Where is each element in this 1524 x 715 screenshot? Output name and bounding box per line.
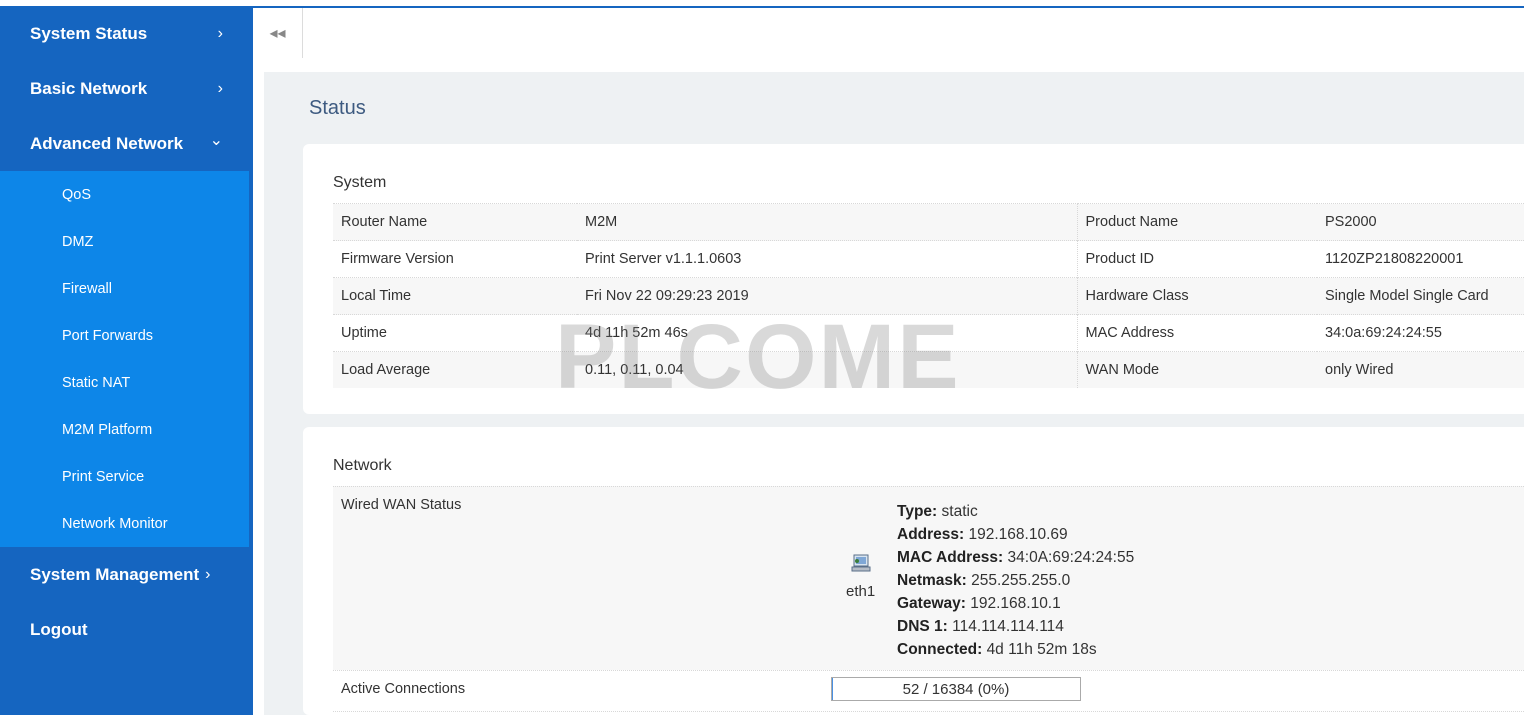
submenu-item-qos[interactable]: QoS xyxy=(0,171,249,218)
wired-wan-status-label: Wired WAN Status xyxy=(341,497,462,513)
table-row: Router Name M2M Product Name PS2000 xyxy=(333,203,1524,241)
top-bar: ◂◂ xyxy=(253,6,1524,60)
wired-wan-status-row: Wired WAN Status eth1 Type: static Addre… xyxy=(333,486,1524,671)
active-connections-label: Active Connections xyxy=(341,681,466,697)
nav-label: Advanced Network xyxy=(30,133,184,153)
interface-name: eth1 xyxy=(846,583,876,600)
table-row: Uptime 4d 11h 52m 46s MAC Address 34:0a:… xyxy=(333,314,1524,352)
detail-address: Address: 192.168.10.69 xyxy=(897,526,1068,543)
submenu-item-static-nat[interactable]: Static NAT xyxy=(0,359,249,406)
uptime-label: Uptime xyxy=(333,314,577,352)
chevron-right-icon: › xyxy=(205,565,211,583)
active-connections-row: Active Connections 52 / 16384 (0%) xyxy=(333,670,1524,712)
wan-details: Type: static Address: 192.168.10.69 MAC … xyxy=(897,500,1134,661)
nav-basic-network[interactable]: Basic Network › xyxy=(0,61,253,116)
product-id-value: 1120ZP21808220001 xyxy=(1317,240,1524,278)
product-id-label: Product ID xyxy=(1077,240,1317,278)
nav-label: Basic Network xyxy=(30,78,148,98)
local-time-label: Local Time xyxy=(333,277,577,315)
detail-connected: Connected: 4d 11h 52m 18s xyxy=(897,641,1097,658)
chevron-down-icon: ⌄ xyxy=(209,131,223,149)
nav-label: System Status xyxy=(30,23,148,43)
detail-dns1: DNS 1: 114.114.114.114 xyxy=(897,618,1064,635)
submenu-item-firewall[interactable]: Firewall xyxy=(0,265,249,312)
detail-netmask: Netmask: 255.255.255.0 xyxy=(897,572,1071,589)
hardware-class-label: Hardware Class xyxy=(1077,277,1317,315)
submenu-item-m2m-platform[interactable]: M2M Platform xyxy=(0,406,249,453)
firmware-version-label: Firmware Version xyxy=(333,240,577,278)
table-row: Firmware Version Print Server v1.1.1.060… xyxy=(333,240,1524,278)
advanced-network-submenu: QoS DMZ Firewall Port Forwards Static NA… xyxy=(0,171,253,547)
network-panel: Network Wired WAN Status eth1 Type: stat… xyxy=(303,427,1524,715)
mac-address-label: MAC Address xyxy=(1077,314,1317,352)
table-row: Local Time Fri Nov 22 09:29:23 2019 Hard… xyxy=(333,277,1524,315)
router-name-value: M2M xyxy=(577,203,1078,241)
nav-label: System Management xyxy=(30,564,200,584)
nav-system-status[interactable]: System Status › xyxy=(0,6,253,61)
detail-gateway: Gateway: 192.168.10.1 xyxy=(897,595,1061,612)
submenu-item-network-monitor[interactable]: Network Monitor xyxy=(0,500,249,547)
load-average-label: Load Average xyxy=(333,351,577,388)
local-time-value: Fri Nov 22 09:29:23 2019 xyxy=(577,277,1078,315)
system-panel-title: System xyxy=(333,174,387,191)
submenu-item-print-service[interactable]: Print Service xyxy=(0,453,249,500)
network-panel-title: Network xyxy=(333,457,392,474)
table-row: Load Average 0.11, 0.11, 0.04 WAN Mode o… xyxy=(333,351,1524,388)
active-connections-value: 52 / 16384 (0%) xyxy=(902,680,1010,698)
wan-mode-value: only Wired xyxy=(1317,351,1524,388)
mac-address-value: 34:0a:69:24:24:55 xyxy=(1317,314,1524,352)
chevron-right-icon: › xyxy=(217,79,223,97)
chevron-right-icon: › xyxy=(217,24,223,42)
router-name-label: Router Name xyxy=(333,203,577,241)
detail-type: Type: static xyxy=(897,503,978,520)
system-panel: System Router Name M2M Product Name PS20… xyxy=(303,144,1524,414)
nav-advanced-network[interactable]: Advanced Network ⌄ xyxy=(0,116,253,171)
detail-mac-address: MAC Address: 34:0A:69:24:24:55 xyxy=(897,549,1135,566)
hardware-class-value: Single Model Single Card xyxy=(1317,277,1524,315)
page-title: Status xyxy=(309,97,366,119)
load-average-value: 0.11, 0.11, 0.04 xyxy=(577,351,1078,388)
submenu-item-dmz[interactable]: DMZ xyxy=(0,218,249,265)
uptime-value: 4d 11h 52m 46s xyxy=(577,314,1078,352)
nav-label: Logout xyxy=(30,619,88,639)
system-info-table: Router Name M2M Product Name PS2000 Firm… xyxy=(333,203,1524,388)
network-interface-icon xyxy=(851,554,871,572)
firmware-version-value: Print Server v1.1.1.0603 xyxy=(577,240,1078,278)
nav-system-management[interactable]: System Management › xyxy=(0,547,253,602)
double-left-arrow-icon: ◂◂ xyxy=(269,25,286,42)
active-connections-progress-bar: 52 / 16384 (0%) xyxy=(831,677,1081,701)
product-name-value: PS2000 xyxy=(1317,203,1524,241)
sidebar: System Status › Basic Network › Advanced… xyxy=(0,6,253,715)
collapse-sidebar-button[interactable]: ◂◂ xyxy=(253,8,303,58)
wan-mode-label: WAN Mode xyxy=(1077,351,1317,388)
product-name-label: Product Name xyxy=(1077,203,1317,241)
nav-logout[interactable]: Logout xyxy=(0,602,253,657)
submenu-item-port-forwards[interactable]: Port Forwards xyxy=(0,312,249,359)
